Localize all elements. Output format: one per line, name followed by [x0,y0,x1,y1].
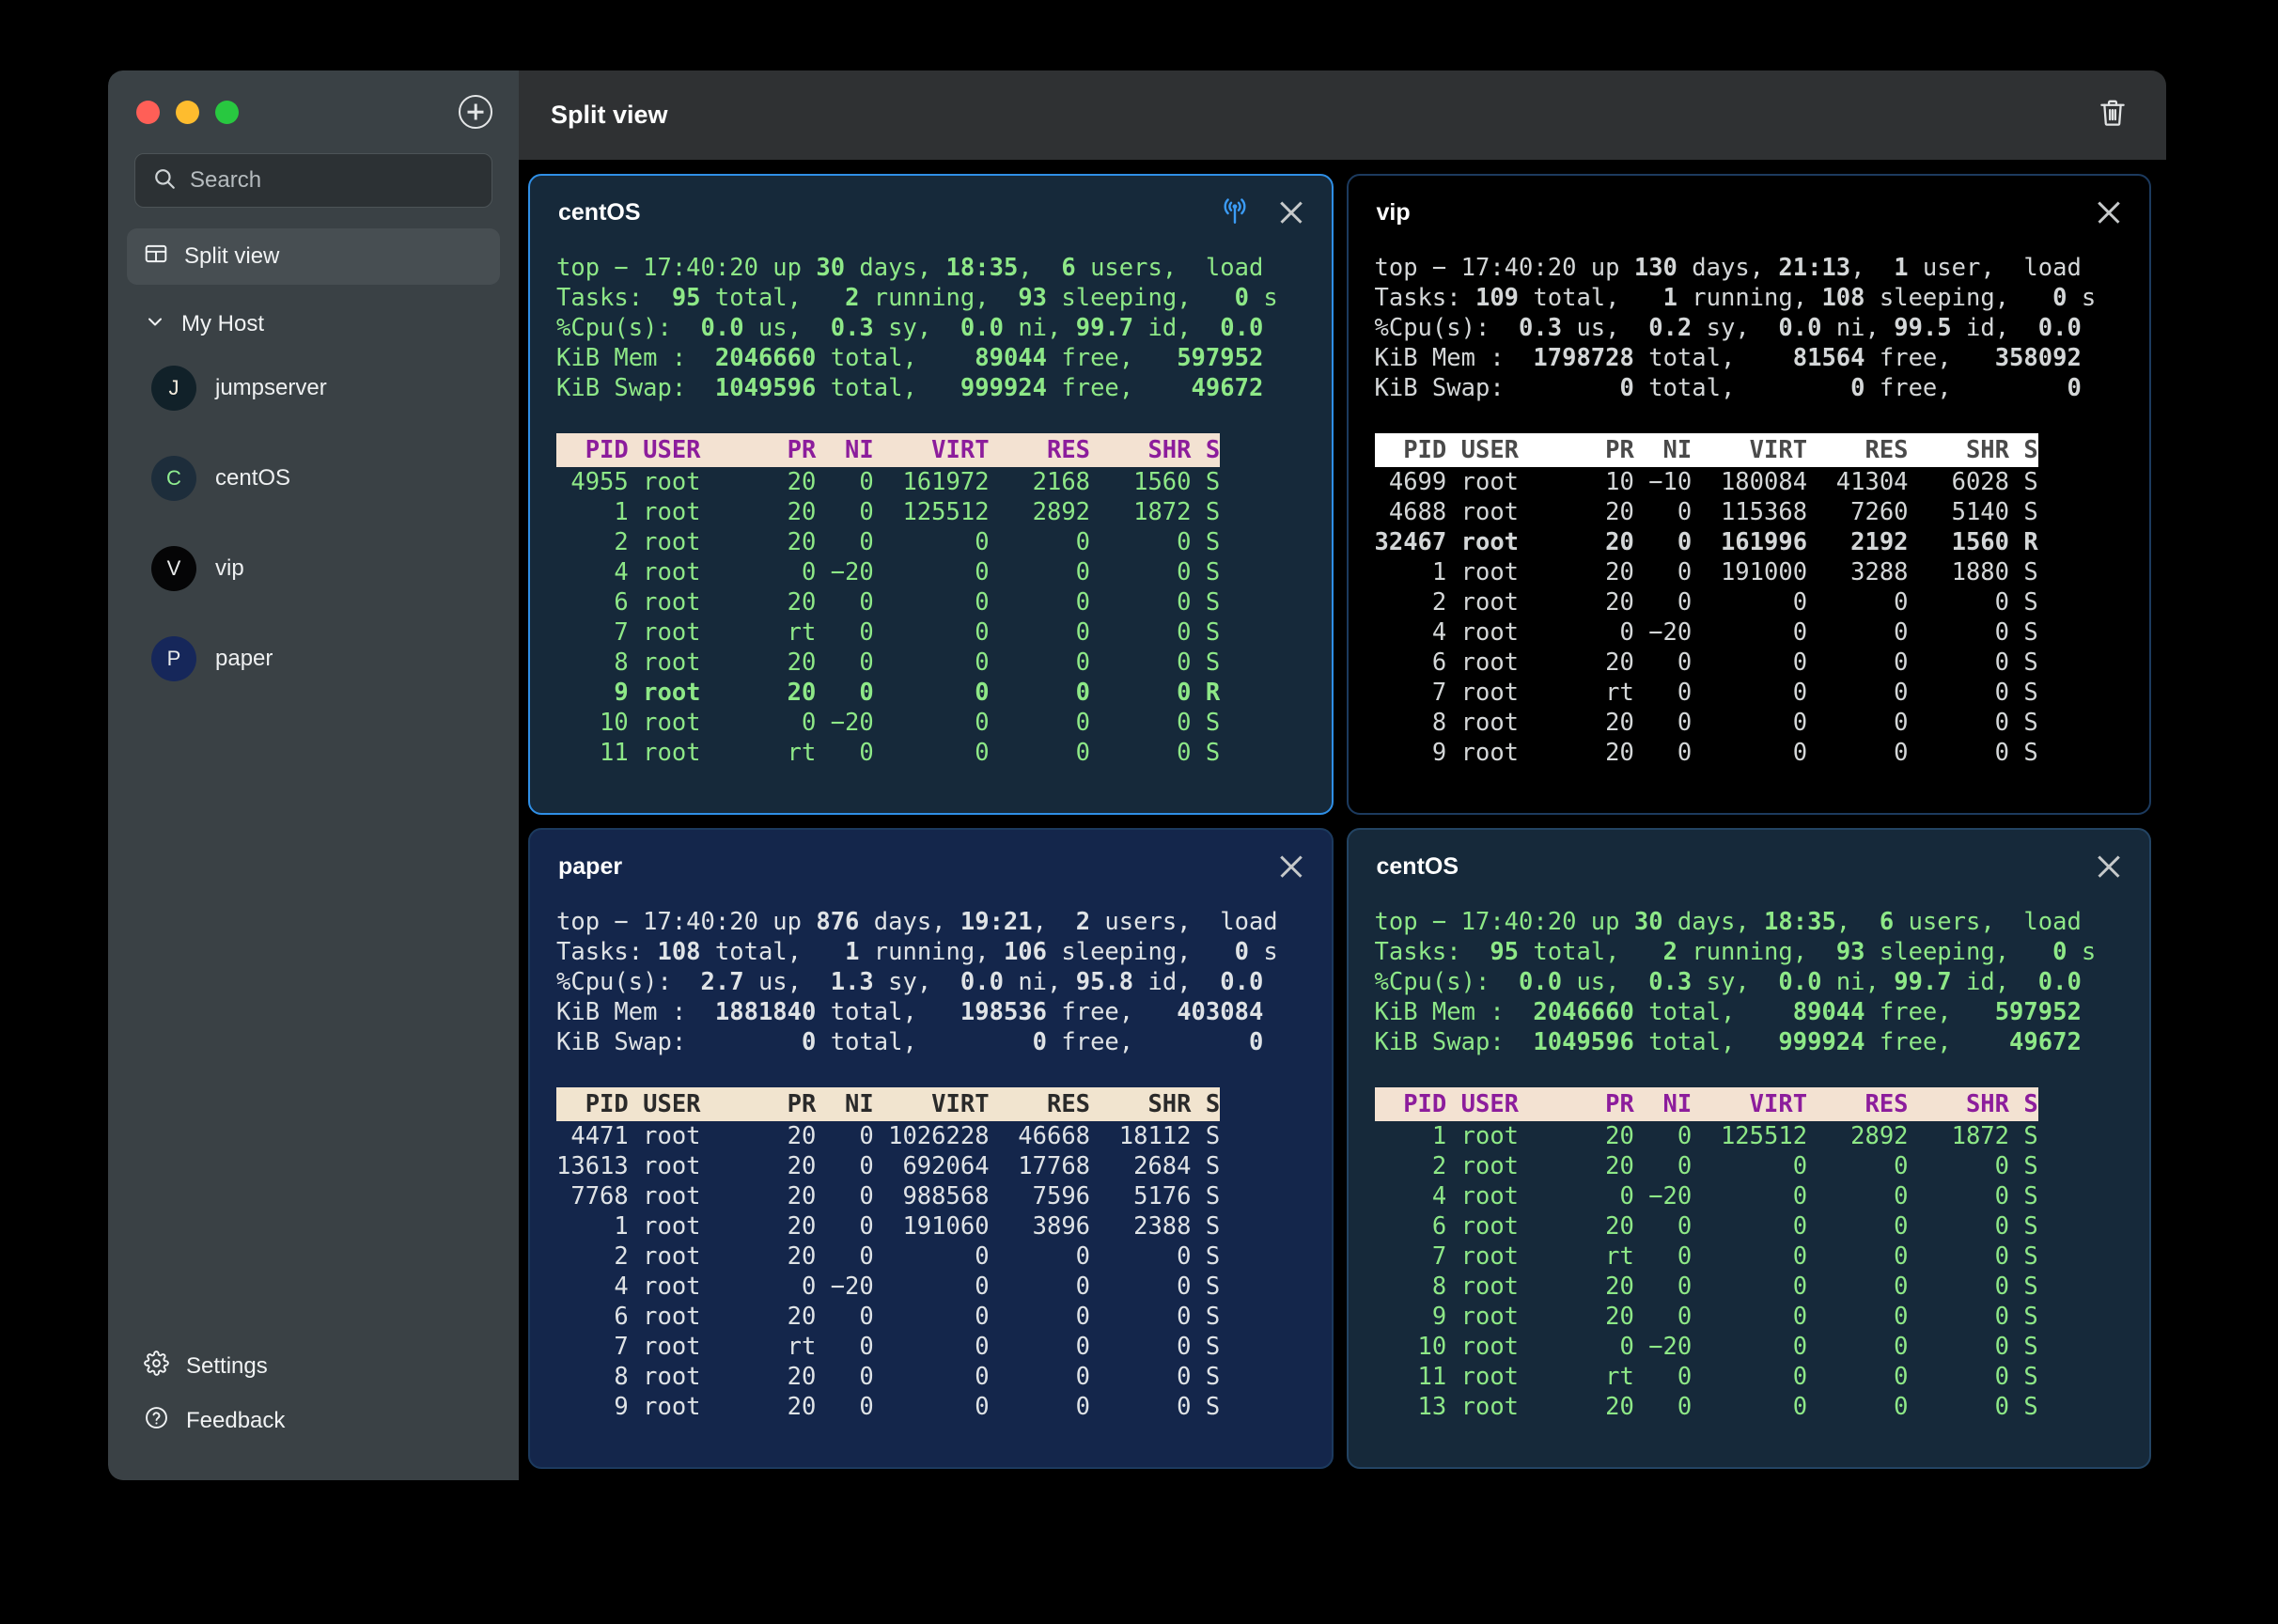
search-icon [152,166,177,195]
avatar: J [151,366,196,411]
sidebar-item-paper[interactable]: P paper [127,629,500,689]
close-icon[interactable] [1275,851,1307,882]
sidebar-footer-label: Feedback [186,1408,286,1433]
help-circle-icon [144,1405,169,1437]
close-icon[interactable] [2093,851,2125,882]
avatar: P [151,636,196,681]
sidebar-group-my-host[interactable]: My Host [127,294,500,354]
close-window-button[interactable] [136,100,160,124]
terminal-output[interactable]: top − 17:40:20 up 30 days, 18:35, 6 user… [1349,903,2150,1467]
terminal-output[interactable]: top − 17:40:20 up 130 days, 21:13, 1 use… [1349,249,2150,813]
avatar: C [151,456,196,501]
pane-title: centOS [558,198,641,226]
sidebar: Search Split view My Host J jumpserver C… [108,70,519,1480]
trash-icon[interactable] [2097,97,2129,133]
host-list: J jumpserver C centOS V vip P paper [127,358,500,689]
sidebar-group-label: My Host [181,311,265,336]
broadcast-icon[interactable] [1219,195,1251,231]
search-container: Search [108,153,519,208]
host-label: jumpserver [215,375,327,400]
page-title: Split view [551,101,668,129]
chevron-down-icon [144,310,166,339]
gear-icon [144,1351,169,1382]
pane-actions [2093,851,2125,882]
sidebar-footer-label: Settings [186,1353,268,1379]
avatar: V [151,546,196,591]
main-area: Split view centOS top − 17:40:20 up 30 d… [519,70,2166,1480]
host-label: centOS [215,465,291,491]
search-placeholder: Search [190,167,262,193]
sidebar-item-feedback[interactable]: Feedback [127,1394,500,1448]
sidebar-nav: Split view My Host J jumpserver C centOS [108,208,519,719]
pane-header: vip [1349,176,2150,249]
close-icon[interactable] [2093,196,2125,228]
pane-actions [1219,195,1307,231]
host-label: paper [215,646,273,671]
pane-header: paper [530,830,1332,903]
pane-title: paper [558,852,623,880]
terminal-pane-centos-1[interactable]: centOS top − 17:40:20 up 30 days, 18:35,… [528,174,1334,815]
sidebar-item-centos[interactable]: C centOS [127,448,500,508]
pane-title: centOS [1376,852,1459,880]
sidebar-item-settings[interactable]: Settings [127,1339,500,1394]
app-window: Search Split view My Host J jumpserver C… [108,70,2166,1480]
titlebar [108,70,519,153]
sidebar-item-split-view[interactable]: Split view [127,228,500,285]
split-view-icon [144,242,168,273]
pane-header: centOS [530,176,1332,249]
header-bar: Split view [519,70,2166,161]
terminal-pane-centos-2[interactable]: centOS top − 17:40:20 up 30 days, 18:35,… [1346,828,2151,1469]
terminal-output[interactable]: top − 17:40:20 up 876 days, 19:21, 2 use… [530,903,1332,1467]
minimize-window-button[interactable] [176,100,199,124]
sidebar-item-jumpserver[interactable]: J jumpserver [127,358,500,418]
host-label: vip [215,555,244,581]
terminal-output[interactable]: top − 17:40:20 up 30 days, 18:35, 6 user… [530,249,1332,813]
terminal-pane-paper[interactable]: paper top − 17:40:20 up 876 days, 19:21,… [528,828,1334,1469]
sidebar-item-vip[interactable]: V vip [127,539,500,599]
pane-actions [2093,196,2125,228]
maximize-window-button[interactable] [215,100,239,124]
search-input[interactable]: Search [134,153,492,208]
pane-header: centOS [1349,830,2150,903]
traffic-lights [136,100,239,124]
pane-title: vip [1376,198,1411,226]
sidebar-footer: Settings Feedback [108,1339,519,1480]
add-icon[interactable] [459,95,492,129]
sidebar-item-label: Split view [184,243,280,269]
close-icon[interactable] [1275,196,1307,228]
split-view-grid: centOS top − 17:40:20 up 30 days, 18:35,… [519,161,2166,1480]
pane-actions [1275,851,1307,882]
terminal-pane-vip[interactable]: vip top − 17:40:20 up 130 days, 21:13, 1… [1346,174,2151,815]
